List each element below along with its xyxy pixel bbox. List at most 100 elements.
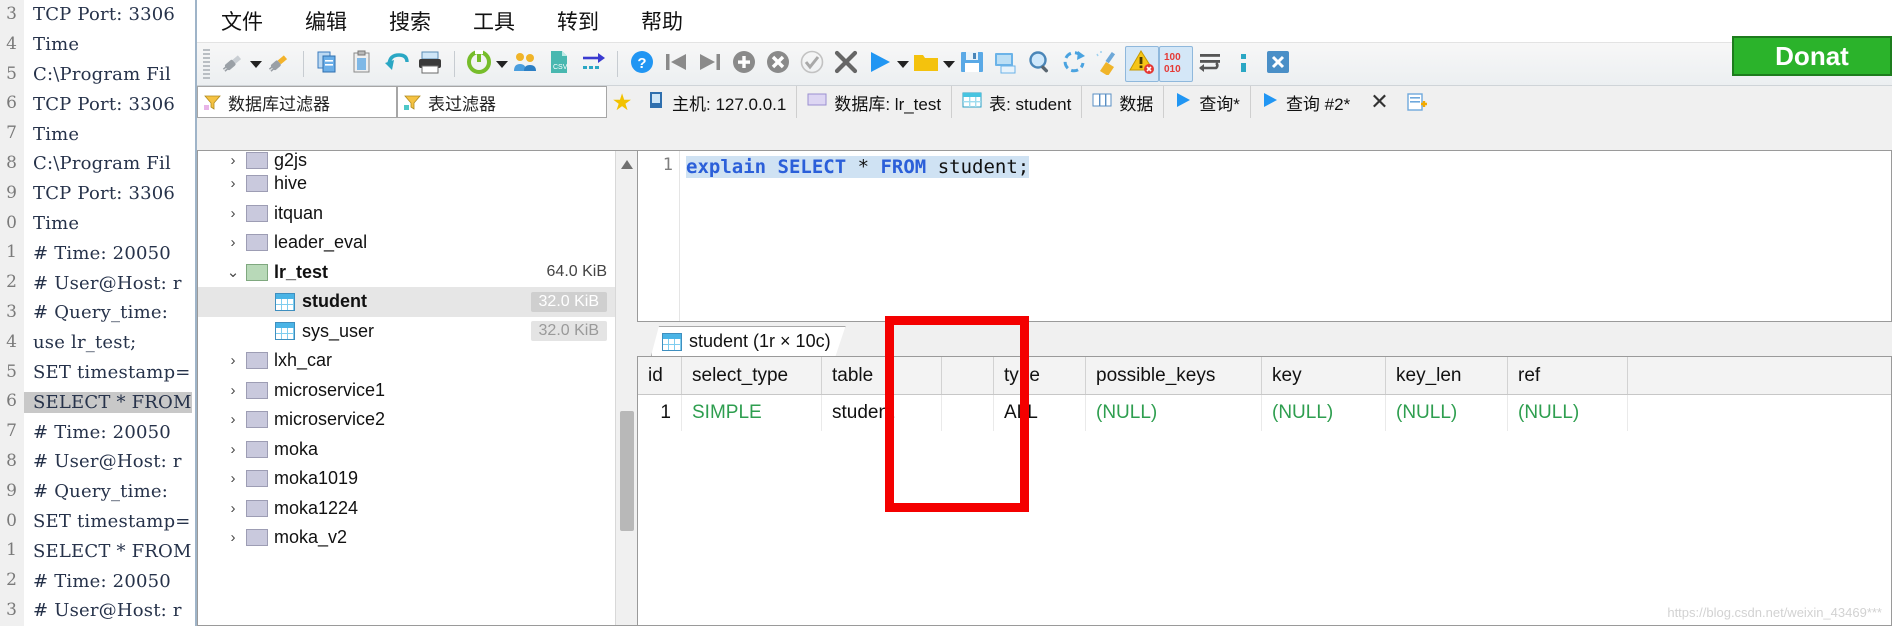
tree-item-leader_eval[interactable]: › leader_eval <box>198 228 637 258</box>
crumb-host[interactable]: 主机: 127.0.0.1 <box>637 86 797 118</box>
favorites-star-icon[interactable]: ★ <box>607 86 637 118</box>
delimiter-button[interactable] <box>1227 46 1261 82</box>
tree-scrollbar[interactable] <box>615 151 637 625</box>
column-header[interactable]: possible_keys <box>1086 357 1262 394</box>
log-file-editor[interactable]: 3 TCP Port: 3306 4 Time 5 C:\Program Fil 6 TCP … <box>0 0 195 626</box>
tree-item-moka1224[interactable]: › moka1224 <box>198 494 637 524</box>
replace-button[interactable] <box>1057 46 1091 82</box>
new-session-button[interactable] <box>216 46 250 82</box>
tree-item-itquan[interactable]: › itquan <box>198 199 637 229</box>
log-line[interactable]: 3 # User@Host: r <box>0 595 195 626</box>
refresh-dropdown[interactable] <box>496 46 508 82</box>
sql-query-editor[interactable]: 1 explain SELECT * FROM student; <box>637 150 1892 322</box>
result-tab-student[interactable]: student (1r × 10c) <box>651 326 846 356</box>
table-cell[interactable] <box>942 395 994 431</box>
result-grid[interactable]: id select_type table type possible_keys key ke… <box>637 356 1892 626</box>
log-line[interactable]: 8 # User@Host: r <box>0 446 195 477</box>
column-header[interactable]: table <box>822 357 942 394</box>
scrollbar-thumb[interactable] <box>620 411 634 531</box>
log-line[interactable]: 1 # Time: 20050 <box>0 238 195 269</box>
log-line[interactable]: 9 # Query_time: <box>0 476 195 507</box>
crumb-data[interactable]: 数据 <box>1081 86 1164 118</box>
table-filter[interactable]: 表过滤器 <box>397 86 607 118</box>
log-line[interactable]: 2 # Time: 20050 <box>0 566 195 596</box>
new-session-dropdown[interactable] <box>250 46 262 82</box>
table-cell[interactable]: student <box>822 395 942 431</box>
tree-item-moka1019[interactable]: › moka1019 <box>198 464 637 494</box>
table-cell[interactable]: 1 <box>638 395 682 431</box>
cancel-button[interactable] <box>829 46 863 82</box>
table-cell[interactable]: (NULL) <box>1508 395 1628 431</box>
log-line[interactable]: 2 # User@Host: r <box>0 268 195 298</box>
new-query-tab-icon[interactable] <box>1406 92 1429 112</box>
column-header[interactable]: type <box>994 357 1086 394</box>
previous-button[interactable] <box>659 46 693 82</box>
tree-item-microservice1[interactable]: › microservice1 <box>198 376 637 406</box>
chevron-right-icon[interactable]: › <box>222 234 244 251</box>
chevron-right-icon[interactable]: › <box>222 352 244 369</box>
chevron-right-icon[interactable]: › <box>222 470 244 487</box>
tree-item-lxh_car[interactable]: › lxh_car <box>198 346 637 376</box>
table-cell[interactable]: (NULL) <box>1086 395 1262 431</box>
open-file-button[interactable] <box>909 46 943 82</box>
run-query-button[interactable] <box>863 46 897 82</box>
close-tab-icon[interactable]: ✕ <box>1370 89 1388 115</box>
disconnect-button[interactable] <box>262 46 296 82</box>
scroll-up-icon[interactable] <box>616 153 637 175</box>
tree-item-lr_test[interactable]: ⌄ lr_test 64.0 KiB <box>198 258 637 288</box>
sql-text[interactable]: explain SELECT * FROM student; <box>686 153 1030 181</box>
log-line[interactable]: 1 SELECT * FROM <box>0 536 195 567</box>
menu-file[interactable]: 文件 <box>215 4 269 38</box>
log-line[interactable]: 9 TCP Port: 3306 <box>0 178 195 209</box>
export-button[interactable] <box>576 46 610 82</box>
chevron-right-icon[interactable]: › <box>222 441 244 458</box>
tree-item-moka_v2[interactable]: › moka_v2 <box>198 523 637 553</box>
menu-goto[interactable]: 转到 <box>551 4 605 38</box>
log-line[interactable]: 3 # Query_time: <box>0 297 195 328</box>
log-line[interactable]: 6 TCP Port: 3306 <box>0 89 195 120</box>
menu-edit[interactable]: 编辑 <box>299 4 353 38</box>
donate-button[interactable]: Donat <box>1732 36 1892 76</box>
open-file-dropdown[interactable] <box>943 46 955 82</box>
sql-selected-text[interactable]: explain SELECT * FROM student; <box>686 156 1030 178</box>
help-button[interactable]: ? <box>625 46 659 82</box>
log-line[interactable]: 5 C:\Program Fil <box>0 59 195 90</box>
tree-item-sys_user[interactable]: sys_user 32.0 KiB <box>198 317 637 347</box>
chevron-down-icon[interactable]: ⌄ <box>222 263 244 281</box>
table-row[interactable]: 1 SIMPLE student ALL (NULL) (NULL) (NULL) (NULL… <box>638 395 1891 431</box>
binary-view-toggle[interactable]: 100 010 <box>1159 46 1193 82</box>
column-header[interactable]: id <box>638 357 682 394</box>
crumb-query-2[interactable]: 查询 #2* <box>1249 86 1361 118</box>
chevron-right-icon[interactable]: › <box>222 382 244 399</box>
menu-help[interactable]: 帮助 <box>635 4 689 38</box>
database-filter[interactable]: 数据库过滤器 <box>197 86 397 118</box>
next-button[interactable] <box>693 46 727 82</box>
paste-button[interactable] <box>345 46 379 82</box>
chevron-right-icon[interactable]: › <box>222 500 244 517</box>
run-query-dropdown[interactable] <box>897 46 909 82</box>
apply-button[interactable] <box>795 46 829 82</box>
chevron-right-icon[interactable]: › <box>222 152 244 169</box>
chevron-right-icon[interactable]: › <box>222 175 244 192</box>
stop-on-error-toggle[interactable] <box>1125 46 1159 82</box>
column-header[interactable]: key_len <box>1386 357 1508 394</box>
word-wrap-button[interactable] <box>1193 46 1227 82</box>
log-line[interactable]: 7 Time <box>0 119 195 149</box>
table-cell[interactable]: SIMPLE <box>682 395 822 431</box>
log-line[interactable]: 4 use lr_test; <box>0 327 195 358</box>
toolbar-grip[interactable] <box>203 49 210 79</box>
crumb-query-1[interactable]: 查询* <box>1163 86 1250 118</box>
tree-item-moka[interactable]: › moka <box>198 435 637 465</box>
log-line[interactable]: 3 TCP Port: 3306 <box>0 0 195 30</box>
tree-item-hive[interactable]: › hive <box>198 169 637 199</box>
log-line[interactable]: 7 # Time: 20050 <box>0 417 195 447</box>
column-header[interactable] <box>942 357 994 394</box>
print-button[interactable] <box>413 46 447 82</box>
insert-row-button[interactable] <box>727 46 761 82</box>
crumb-table[interactable]: 表: student <box>951 86 1082 118</box>
chevron-right-icon[interactable]: › <box>222 205 244 222</box>
log-line[interactable]: 0 SET timestamp= <box>0 506 195 537</box>
table-cell[interactable]: ALL <box>994 395 1086 431</box>
log-line[interactable]: 4 Time <box>0 29 195 60</box>
tree-item-microservice2[interactable]: › microservice2 <box>198 405 637 435</box>
